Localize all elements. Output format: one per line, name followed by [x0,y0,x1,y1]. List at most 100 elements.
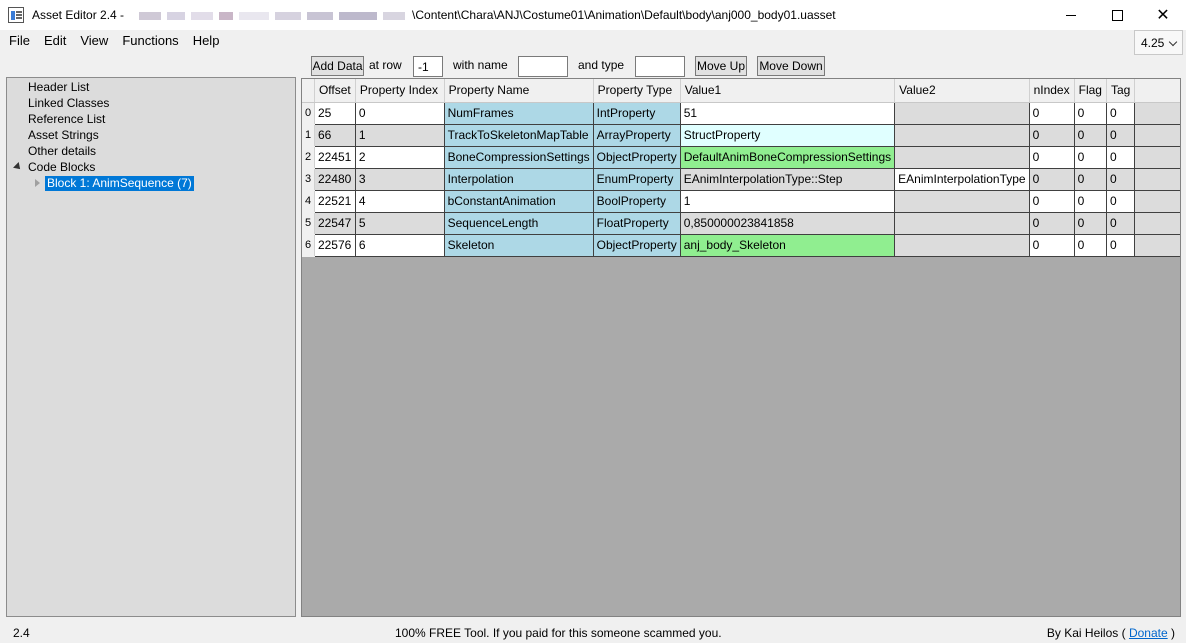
cell-tag[interactable]: 0 [1106,124,1136,147]
engine-version-select[interactable]: 4.25 [1134,30,1183,55]
cell-property-name[interactable]: Interpolation [444,168,594,191]
cell-property-type[interactable]: ObjectProperty [593,234,681,257]
cell-nindex[interactable]: 0 [1029,168,1075,191]
cell-nindex[interactable]: 0 [1029,102,1075,125]
cell-property-index[interactable]: 4 [355,190,445,213]
property-grid[interactable]: Offset Property Index Property Name Prop… [301,78,1181,617]
tree-item-reference-list[interactable]: Reference List [28,112,105,127]
cell-property-index[interactable]: 1 [355,124,445,147]
cell-nindex[interactable]: 0 [1029,146,1075,169]
table-row[interactable]: 3 22480 3 Interpolation EnumProperty EAn… [302,168,1180,191]
cell-value2[interactable] [894,212,1030,235]
cell-property-name[interactable]: SequenceLength [444,212,594,235]
cell-offset[interactable]: 66 [314,124,356,147]
cell-nindex[interactable]: 0 [1029,190,1075,213]
cell-nindex[interactable]: 0 [1029,124,1075,147]
cell-value1[interactable]: 1 [680,190,896,213]
cell-property-name[interactable]: BoneCompressionSettings [444,146,594,169]
cell-flag[interactable]: 0 [1074,234,1107,257]
cell-nindex[interactable]: 0 [1029,212,1075,235]
tree-item-other-details[interactable]: Other details [28,144,96,159]
cell-offset[interactable]: 22547 [314,212,356,235]
cell-property-type[interactable]: FloatProperty [593,212,681,235]
cell-offset[interactable]: 22451 [314,146,356,169]
type-input[interactable] [635,56,685,77]
cell-flag[interactable]: 0 [1074,168,1107,191]
row-input[interactable] [413,56,443,77]
cell-tag[interactable]: 0 [1106,190,1136,213]
cell-nindex[interactable]: 0 [1029,234,1075,257]
cell-value1[interactable]: 51 [680,102,896,125]
cell-property-type[interactable]: ArrayProperty [593,124,681,147]
move-down-button[interactable]: Move Down [757,56,825,76]
donate-link[interactable]: Donate [1129,626,1168,640]
cell-property-index[interactable]: 2 [355,146,445,169]
column-header-value2[interactable]: Value2 [894,79,1030,103]
cell-property-index[interactable]: 6 [355,234,445,257]
cell-flag[interactable]: 0 [1074,124,1107,147]
cell-property-index[interactable]: 5 [355,212,445,235]
cell-offset[interactable]: 25 [314,102,356,125]
cell-value1[interactable]: EAnimInterpolationType::Step [680,168,896,191]
menu-edit[interactable]: Edit [37,30,73,52]
cell-flag[interactable]: 0 [1074,146,1107,169]
column-header-property-index[interactable]: Property Index [355,79,445,103]
column-header-offset[interactable]: Offset [314,79,356,103]
cell-offset[interactable]: 22480 [314,168,356,191]
maximize-button[interactable] [1094,0,1140,30]
table-row[interactable]: 0 25 0 NumFrames IntProperty 51 0 0 0 [302,102,1180,125]
tree-item-block-1[interactable]: Block 1: AnimSequence (7) [45,176,194,191]
cell-flag[interactable]: 0 [1074,212,1107,235]
cell-value1[interactable]: anj_body_Skeleton [680,234,896,257]
cell-property-type[interactable]: ObjectProperty [593,146,681,169]
cell-value2[interactable]: EAnimInterpolationType [894,168,1030,191]
column-header-value1[interactable]: Value1 [680,79,896,103]
row-header[interactable]: 2 [302,146,315,169]
cell-property-type[interactable]: BoolProperty [593,190,681,213]
name-input[interactable] [518,56,568,77]
cell-property-name[interactable]: TrackToSkeletonMapTable [444,124,594,147]
cell-value1[interactable]: 0,850000023841858 [680,212,896,235]
row-header[interactable]: 5 [302,212,315,235]
cell-property-name[interactable]: Skeleton [444,234,594,257]
column-header-tag[interactable]: Tag [1106,79,1136,103]
tree-item-asset-strings[interactable]: Asset Strings [28,128,99,143]
column-header-property-type[interactable]: Property Type [593,79,681,103]
row-header[interactable]: 6 [302,234,315,257]
cell-tag[interactable]: 0 [1106,234,1136,257]
tree-item-header-list[interactable]: Header List [28,80,89,95]
row-header[interactable]: 3 [302,168,315,191]
cell-offset[interactable]: 22521 [314,190,356,213]
tree-item-code-blocks[interactable]: Code Blocks [28,160,95,175]
cell-value1[interactable]: StructProperty [680,124,896,147]
cell-tag[interactable]: 0 [1106,168,1136,191]
cell-tag[interactable]: 0 [1106,146,1136,169]
cell-property-name[interactable]: bConstantAnimation [444,190,594,213]
asset-tree[interactable]: Header List Linked Classes Reference Lis… [6,77,296,617]
table-row[interactable]: 2 22451 2 BoneCompressionSettings Object… [302,146,1180,169]
menu-functions[interactable]: Functions [115,30,185,52]
menu-help[interactable]: Help [186,30,227,52]
cell-value1[interactable]: DefaultAnimBoneCompressionSettings [680,146,896,169]
table-row[interactable]: 4 22521 4 bConstantAnimation BoolPropert… [302,190,1180,213]
cell-value2[interactable] [894,102,1030,125]
cell-tag[interactable]: 0 [1106,102,1136,125]
cell-value2[interactable] [894,124,1030,147]
row-header[interactable]: 1 [302,124,315,147]
table-row[interactable]: 6 22576 6 Skeleton ObjectProperty anj_bo… [302,234,1180,257]
table-row[interactable]: 1 66 1 TrackToSkeletonMapTable ArrayProp… [302,124,1180,147]
cell-flag[interactable]: 0 [1074,102,1107,125]
cell-flag[interactable]: 0 [1074,190,1107,213]
cell-property-type[interactable]: EnumProperty [593,168,681,191]
expand-arrow-icon[interactable] [13,162,23,172]
table-row[interactable]: 5 22547 5 SequenceLength FloatProperty 0… [302,212,1180,235]
menu-file[interactable]: File [0,30,37,52]
cell-offset[interactable]: 22576 [314,234,356,257]
cell-tag[interactable]: 0 [1106,212,1136,235]
row-header[interactable]: 0 [302,102,315,125]
menu-view[interactable]: View [73,30,115,52]
cell-value2[interactable] [894,190,1030,213]
cell-value2[interactable] [894,234,1030,257]
cell-property-name[interactable]: NumFrames [444,102,594,125]
add-data-button[interactable]: Add Data [311,56,364,76]
